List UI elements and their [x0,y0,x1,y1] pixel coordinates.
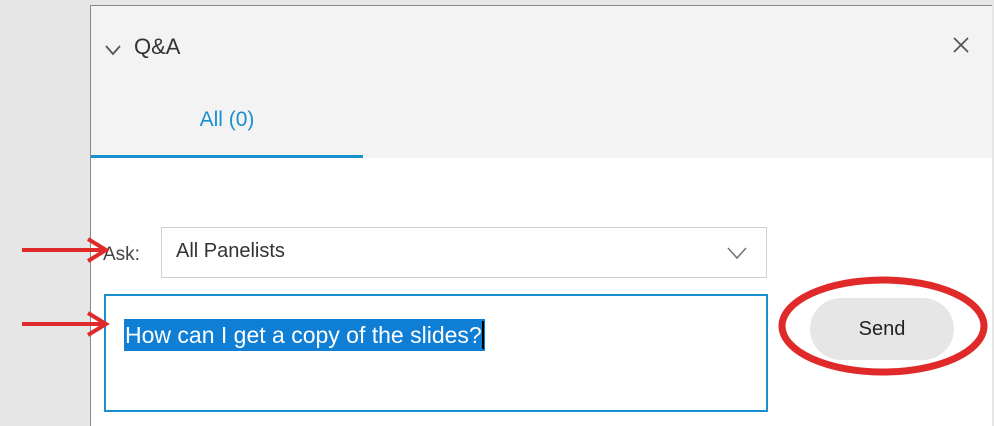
text-caret [481,321,484,349]
question-input[interactable]: How can I get a copy of the slides? [104,294,768,412]
ask-recipient-value: All Panelists [176,240,285,262]
tab-all-label: All (0) [199,108,255,131]
tab-all[interactable]: All (0) [91,84,363,158]
red-arrow-ask [22,237,110,263]
ask-recipient-select[interactable]: All Panelists [161,227,767,278]
chevron-down-icon [727,247,747,260]
close-icon[interactable] [952,36,970,54]
qa-header: Q&A All (0) [91,6,992,158]
question-text-value: How can I get a copy of the slides? [125,322,482,348]
question-text: How can I get a copy of the slides? [124,319,485,351]
red-circle-highlight [778,276,988,376]
collapse-chevron-icon[interactable] [104,44,122,56]
panel-title: Q&A [134,34,181,59]
red-arrow-question [22,311,110,337]
